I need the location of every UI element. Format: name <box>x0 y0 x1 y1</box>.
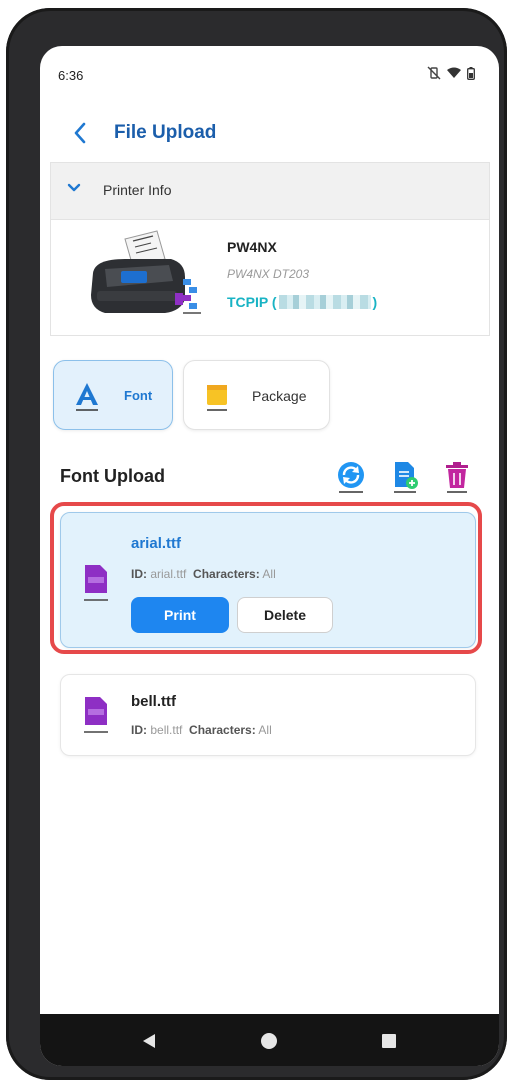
printer-info-card: Printer Info PW4NX PW4NX DT203 TCPIP () <box>50 162 490 336</box>
printer-image <box>91 230 201 314</box>
printer-name: PW4NX <box>227 239 277 255</box>
nav-back-button[interactable] <box>138 1030 160 1052</box>
recents-square-icon <box>382 1034 396 1048</box>
battery-icon <box>467 66 475 80</box>
ttf-file-icon <box>84 697 108 733</box>
app-screen: 6:36 File Upload Printer Info PW4NX PW4N… <box>40 46 499 1066</box>
home-circle-icon <box>261 1033 277 1049</box>
chevron-down-icon <box>67 183 81 192</box>
printer-info-label: Printer Info <box>103 182 172 198</box>
print-button[interactable]: Print <box>131 597 229 633</box>
file-characters: All <box>258 723 272 737</box>
back-triangle-icon <box>143 1034 155 1048</box>
wifi-icon <box>447 67 461 78</box>
package-type-button[interactable]: Package <box>183 360 330 430</box>
trash-icon <box>446 462 468 493</box>
delete-button[interactable]: Delete <box>237 597 333 633</box>
id-label: ID: <box>131 723 147 737</box>
font-type-button[interactable]: Font <box>53 360 173 430</box>
connection-suffix: ) <box>372 294 378 310</box>
file-id: arial.ttf <box>150 567 187 581</box>
page-title: File Upload <box>114 122 217 143</box>
app-bar: File Upload <box>40 114 499 154</box>
status-time: 6:36 <box>58 68 84 83</box>
back-button[interactable] <box>66 118 94 148</box>
add-file-button[interactable] <box>390 460 420 494</box>
file-name: arial.ttf <box>131 535 182 552</box>
printer-model: PW4NX DT203 <box>227 267 310 281</box>
add-file-icon <box>394 462 418 493</box>
status-bar: 6:36 <box>40 46 499 108</box>
file-name: bell.ttf <box>131 693 176 710</box>
connection-prefix: TCPIP ( <box>227 294 277 310</box>
file-characters: All <box>262 567 276 581</box>
nav-recents-button[interactable] <box>378 1030 400 1052</box>
masked-address <box>278 295 371 309</box>
delete-all-button[interactable] <box>442 460 472 494</box>
system-nav-bar <box>40 1014 499 1066</box>
section-title: Font Upload <box>60 466 165 486</box>
characters-label: Characters: <box>189 723 256 737</box>
file-id: bell.ttf <box>150 723 183 737</box>
ttf-file-icon <box>84 565 108 601</box>
file-card-arial[interactable]: arial.ttf ID: arial.ttf Characters: All … <box>60 512 476 648</box>
refresh-button[interactable] <box>336 460 366 494</box>
nav-home-button[interactable] <box>258 1030 280 1052</box>
package-icon <box>207 385 227 411</box>
font-icon <box>76 383 98 411</box>
refresh-icon <box>338 462 364 493</box>
package-type-label: Package <box>252 388 307 404</box>
status-icons <box>427 66 475 80</box>
phone-frame: 6:36 File Upload Printer Info PW4NX PW4N… <box>6 8 507 1080</box>
printer-info-toggle[interactable]: Printer Info <box>51 163 489 220</box>
printer-connection: TCPIP ( ) <box>227 294 377 310</box>
file-meta: ID: arial.ttf Characters: All <box>131 567 276 581</box>
characters-label: Characters: <box>193 567 260 581</box>
file-card-bell[interactable]: bell.ttf ID: bell.ttf Characters: All <box>60 674 476 756</box>
chevron-left-icon <box>74 122 86 144</box>
vibrate-off-icon <box>427 66 441 80</box>
font-type-label: Font <box>124 388 153 403</box>
id-label: ID: <box>131 567 147 581</box>
file-meta: ID: bell.ttf Characters: All <box>131 723 272 737</box>
